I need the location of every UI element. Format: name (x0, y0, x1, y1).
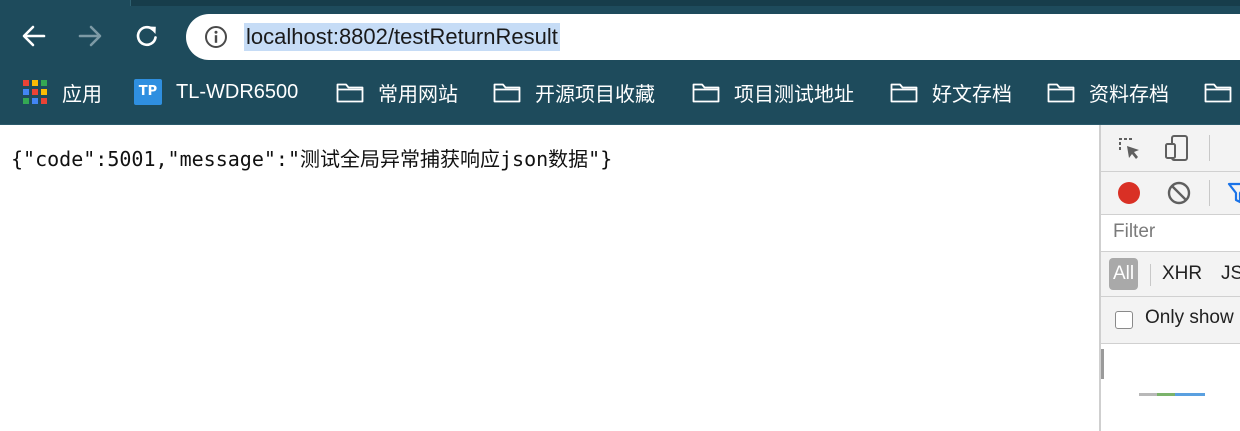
bookmark-tl-wdr6500[interactable]: TP TL-WDR6500 (134, 78, 298, 106)
bookmarks-bar: 应用 TP TL-WDR6500 常用网站 开源项目收藏 项目测试地址 好文存档… (0, 70, 1240, 114)
bookmark-label: 开源项目收藏 (535, 83, 655, 106)
timeline-cursor (1101, 349, 1104, 379)
reload-icon (136, 25, 157, 47)
bookmark-folder-materials[interactable]: 资料存档 (1047, 78, 1169, 106)
folder-icon (336, 83, 364, 103)
bookmark-label: 常用网站 (378, 83, 458, 106)
toolbar-separator (1209, 135, 1210, 161)
clear-icon[interactable] (1166, 180, 1192, 206)
tab-strip (0, 0, 1240, 6)
url-text[interactable]: localhost:8802/testReturnResult (244, 23, 560, 51)
reload-button[interactable] (129, 18, 165, 54)
timeline-bar (1175, 393, 1205, 396)
folder-icon (890, 83, 918, 103)
back-arrow-icon (22, 25, 46, 47)
resource-type-filters: All XHR JS (1101, 252, 1240, 297)
folder-icon (1204, 83, 1232, 103)
bookmark-apps[interactable]: 应用 (22, 78, 102, 106)
bookmark-folder-common-sites[interactable]: 常用网站 (336, 78, 458, 106)
options-row: Only show (1101, 297, 1240, 344)
folder-icon (493, 83, 521, 103)
bookmark-folder-overflow[interactable] (1204, 78, 1240, 106)
browser-chrome: localhost:8802/testReturnResult 应用 TP TL… (0, 0, 1240, 125)
only-show-checkbox[interactable] (1115, 311, 1133, 329)
bookmark-label: 好文存档 (932, 83, 1012, 106)
type-filter-xhr[interactable]: XHR (1162, 258, 1202, 290)
bookmark-label: TL-WDR6500 (176, 80, 299, 103)
type-separator (1150, 264, 1151, 286)
network-toolbar (1101, 172, 1240, 215)
devtools-panel: Filter All XHR JS Only show (1099, 125, 1240, 431)
bookmark-folder-open-source[interactable]: 开源项目收藏 (493, 78, 655, 106)
filter-input[interactable]: Filter (1101, 215, 1240, 252)
bookmark-label: 应用 (62, 83, 102, 106)
folder-icon (692, 83, 720, 103)
bookmark-label: 资料存档 (1089, 83, 1169, 106)
chrome-divider (0, 124, 1240, 125)
network-timeline[interactable] (1101, 344, 1240, 431)
info-icon[interactable] (204, 25, 228, 49)
address-bar[interactable]: localhost:8802/testReturnResult (186, 14, 1240, 60)
forward-arrow-icon (78, 25, 102, 47)
active-tab[interactable] (0, 0, 131, 6)
only-show-label: Only show (1145, 307, 1234, 328)
record-icon[interactable] (1116, 180, 1142, 206)
type-filter-js[interactable]: JS (1221, 258, 1240, 290)
timeline-bar (1139, 393, 1157, 396)
json-response-text: {"code":5001,"message":"测试全局异常捕获响应json数据… (11, 147, 613, 171)
filter-icon[interactable] (1227, 181, 1240, 205)
toolbar-separator (1209, 180, 1210, 206)
bookmark-folder-articles[interactable]: 好文存档 (890, 78, 1012, 106)
timeline-bar (1157, 393, 1175, 396)
forward-button[interactable] (72, 18, 108, 54)
back-button[interactable] (16, 18, 52, 54)
devtools-toolbar (1101, 125, 1240, 172)
tp-link-icon: TP (134, 79, 162, 105)
bookmark-label: 项目测试地址 (734, 83, 854, 106)
filter-placeholder: Filter (1113, 221, 1156, 242)
type-filter-all[interactable]: All (1109, 258, 1139, 290)
folder-icon (1047, 83, 1075, 103)
apps-grid-icon (23, 80, 47, 104)
device-toolbar-icon[interactable] (1163, 134, 1191, 162)
bookmark-folder-test-urls[interactable]: 项目测试地址 (692, 78, 854, 106)
inspect-element-icon[interactable] (1117, 136, 1143, 162)
